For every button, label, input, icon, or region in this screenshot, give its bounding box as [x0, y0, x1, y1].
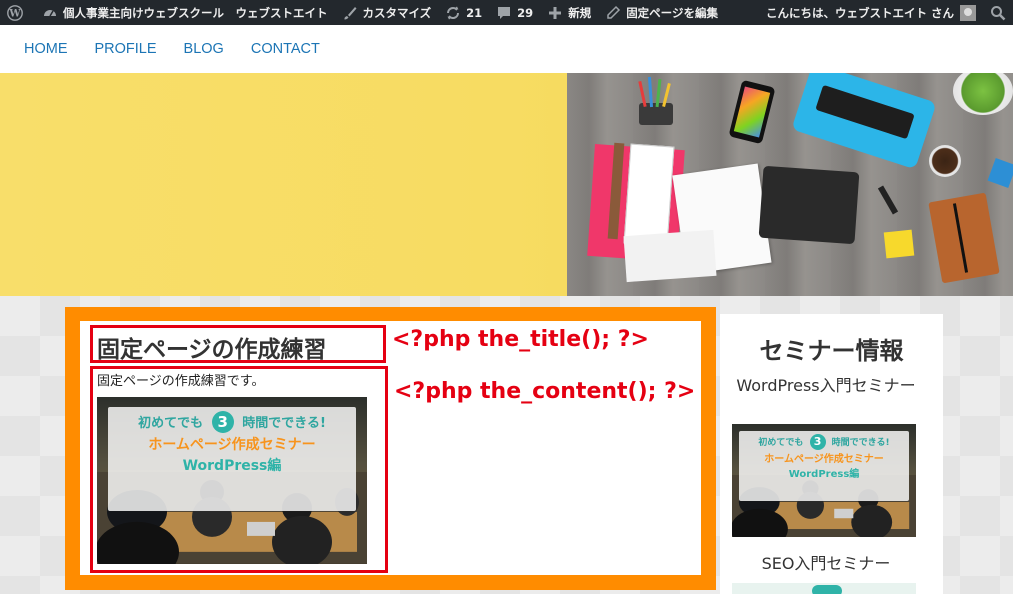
nav-contact[interactable]: CONTACT — [251, 41, 320, 57]
site-navigation: HOME PROFILE BLOG CONTACT — [0, 25, 1013, 73]
svg-text:W: W — [8, 8, 21, 19]
banner-line2: ホームページ作成セミナー — [148, 437, 316, 454]
new-content-link[interactable]: 新規 — [540, 0, 598, 25]
banner-text-panel: 初めてでも 3 時間でできる! ホームページ作成セミナー WordPress編 — [107, 407, 357, 511]
banner-line1: 初めてでも 3 時間でできる! — [108, 411, 356, 434]
updates-icon — [445, 5, 461, 21]
hero-image — [0, 73, 1013, 296]
nav-home[interactable]: HOME — [24, 41, 68, 57]
site-name-text: 個人事業主向けウェブスクール ウェブストエイト — [63, 5, 328, 20]
brush-icon — [342, 5, 358, 21]
sidebar-banner-line2: ホームページ作成セミナー — [764, 453, 884, 465]
banner-number-badge: 3 — [211, 411, 234, 434]
sidebar-banner-line1: 初めてでも 3 時間でできる! — [739, 433, 908, 450]
search-icon — [990, 5, 1006, 21]
customize-link[interactable]: カスタマイズ — [335, 0, 439, 25]
sidebar-banner-line1-prefix: 初めてでも — [758, 437, 804, 448]
sidebar-seo-seminar-image[interactable] — [732, 583, 916, 594]
sidebar-seo-badge — [812, 585, 842, 594]
sidebar-banner-line1-suffix: 時間でできる! — [831, 437, 890, 448]
sidebar-item-seo-seminar[interactable]: SEO入門セミナー — [728, 554, 924, 574]
updates-count: 21 — [466, 5, 483, 20]
pencil-icon — [605, 5, 621, 21]
customize-text: カスタマイズ — [362, 5, 432, 20]
sidebar-title: セミナー情報 — [759, 337, 904, 365]
new-text: 新規 — [568, 5, 592, 20]
avatar — [960, 4, 976, 21]
sidebar-banner-text-panel: 初めてでも 3 時間でできる! ホームページ作成セミナー WordPress編 — [739, 430, 909, 501]
desk-photo — [567, 73, 1013, 296]
sidebar-item-wordpress-seminar[interactable]: WordPress入門セミナー — [728, 376, 924, 396]
admin-bar: W 個人事業主向けウェブスクール ウェブストエイト カスタマイズ 21 29 新… — [0, 0, 1013, 25]
sidebar-wordpress-seminar-image[interactable]: 初めてでも 3 時間でできる! ホームページ作成セミナー WordPress編 — [732, 424, 916, 537]
sidebar-banner-number-badge: 3 — [809, 433, 826, 450]
site-name-link[interactable]: 個人事業主向けウェブスクール ウェブストエイト — [35, 0, 335, 25]
page-title: 固定ページの作成練習 — [97, 337, 327, 363]
comments-count: 29 — [517, 5, 534, 20]
content-php-annotation: <?php the_content(); ?> — [394, 379, 696, 404]
my-account-link[interactable]: こんにちは、ウェブストエイト さん — [759, 0, 983, 25]
plus-icon — [547, 5, 563, 21]
nav-profile[interactable]: PROFILE — [95, 41, 157, 57]
comment-icon — [496, 5, 512, 21]
edit-page-link[interactable]: 固定ページを編集 — [598, 0, 725, 25]
title-php-annotation: <?php the_title(); ?> — [392, 327, 649, 352]
admin-bar-right: こんにちは、ウェブストエイト さん — [759, 0, 1013, 25]
wordpress-logo-button[interactable]: W — [0, 0, 35, 25]
search-button[interactable] — [983, 0, 1013, 25]
seminar-banner-image: 初めてでも 3 時間でできる! ホームページ作成セミナー WordPress編 — [97, 397, 367, 564]
greeting-text: こんにちは、ウェブストエイト さん — [765, 5, 954, 20]
dashboard-icon — [42, 5, 58, 21]
page-content-text: 固定ページの作成練習です。 — [97, 374, 265, 389]
banner-line3: WordPress編 — [182, 458, 282, 475]
nav-blog[interactable]: BLOG — [184, 41, 224, 57]
edit-page-text: 固定ページを編集 — [626, 5, 718, 20]
banner-line1-suffix: 時間でできる! — [242, 416, 326, 432]
sidebar-banner-line3: WordPress編 — [788, 468, 860, 480]
updates-link[interactable]: 21 — [438, 0, 489, 25]
comments-link[interactable]: 29 — [489, 0, 540, 25]
wordpress-logo-icon: W — [7, 4, 23, 21]
banner-line1-prefix: 初めてでも — [138, 416, 204, 432]
